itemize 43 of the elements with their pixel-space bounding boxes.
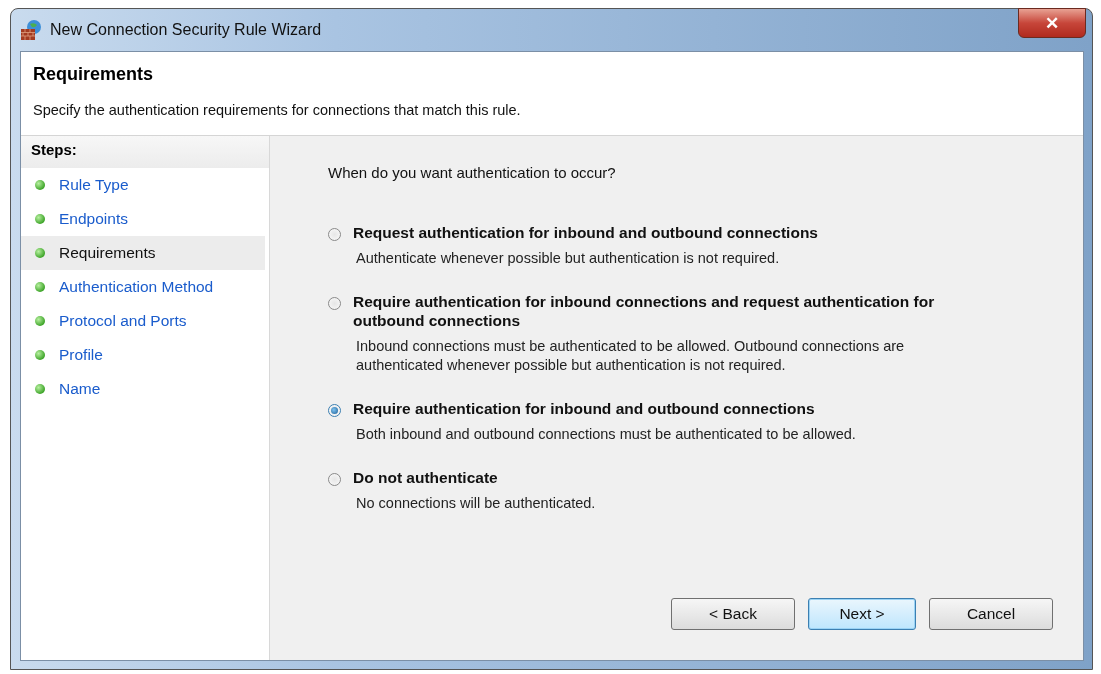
option-description: Both inbound and outbound connections must be authenticated to be allowed.	[355, 425, 856, 444]
step-label: Profile	[59, 346, 103, 364]
option-label[interactable]: Require authentication for inbound and outbound connections	[353, 399, 856, 418]
wizard-button[interactable]: < Back	[671, 598, 795, 630]
page-title: Requirements	[33, 64, 155, 85]
step-label: Protocol and Ports	[59, 312, 187, 330]
step-item[interactable]: Authentication Method	[21, 270, 265, 304]
radio-button[interactable]	[328, 473, 341, 486]
status-dot-icon	[35, 350, 45, 360]
step-label: Name	[59, 380, 101, 398]
wizard-button[interactable]: Cancel	[929, 598, 1053, 630]
status-dot-icon	[35, 180, 45, 190]
radio-button[interactable]	[328, 404, 341, 417]
step-item[interactable]: Requirements	[21, 236, 265, 270]
firewall-icon	[20, 19, 42, 41]
close-button[interactable]: ✕	[1018, 8, 1086, 38]
page-description: Specify the authentication requirements for connections that match this rule.	[33, 102, 522, 118]
radio-button[interactable]	[328, 228, 341, 241]
option-label[interactable]: Require authentication for inbound connections and request authentication for outbound connections	[353, 292, 983, 330]
step-label: Rule Type	[59, 176, 129, 194]
status-dot-icon	[35, 282, 45, 292]
option-description: Authenticate whenever possible but authentication is not required.	[355, 249, 781, 268]
option-description: Inbound connections must be authenticated to be allowed. Outbound connections are authenticated whenever possible but authentication is not required.	[355, 337, 906, 375]
steps-heading: Steps:	[21, 136, 269, 168]
status-dot-icon	[35, 214, 45, 224]
status-dot-icon	[35, 248, 45, 258]
wizard-button[interactable]: Next >	[808, 598, 916, 630]
status-dot-icon	[35, 316, 45, 326]
step-item[interactable]: Rule Type	[21, 168, 265, 202]
step-label: Requirements	[59, 244, 156, 262]
status-dot-icon	[35, 384, 45, 394]
step-label: Endpoints	[59, 210, 128, 228]
question-text: When do you want authentication to occur?	[328, 164, 617, 181]
step-item[interactable]: Endpoints	[21, 202, 265, 236]
step-item[interactable]: Name	[21, 372, 265, 406]
step-item[interactable]: Protocol and Ports	[21, 304, 265, 338]
option-description: No connections will be authenticated.	[355, 494, 596, 513]
option-label[interactable]: Request authentication for inbound and outbound connections	[353, 223, 818, 242]
window-title: New Connection Security Rule Wizard	[50, 21, 322, 39]
step-label: Authentication Method	[59, 278, 214, 296]
radio-button[interactable]	[328, 297, 341, 310]
step-item[interactable]: Profile	[21, 338, 265, 372]
option-label[interactable]: Do not authenticate	[353, 468, 596, 487]
